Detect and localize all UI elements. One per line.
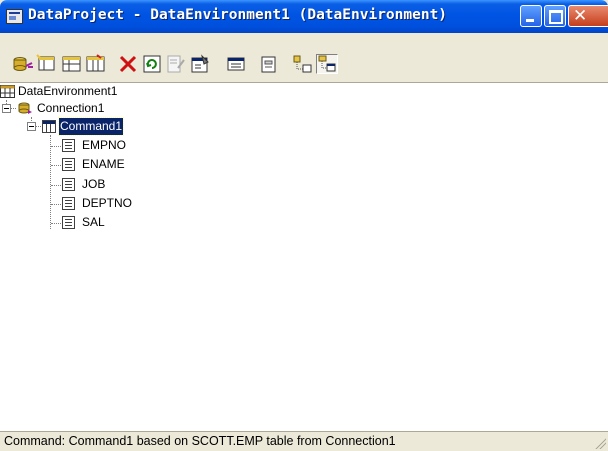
status-bar: Command: Command1 based on SCOTT.EMP tab… xyxy=(0,431,608,451)
status-text: Command: Command1 based on SCOTT.EMP tab… xyxy=(4,434,396,448)
stored-procedure-icon xyxy=(86,54,105,72)
tree-guide-line xyxy=(51,204,61,205)
close-button[interactable]: ✕ xyxy=(568,5,608,27)
window-title: DataProject - DataEnvironment1 (DataEnvi… xyxy=(28,7,448,23)
add-connection-button[interactable] xyxy=(12,54,34,74)
refresh-button[interactable] xyxy=(141,54,163,74)
close-icon: ✕ xyxy=(573,6,588,25)
tree-guide-line xyxy=(51,165,61,166)
add-command-button[interactable] xyxy=(36,54,58,74)
design-icon xyxy=(261,56,276,73)
connection-icon xyxy=(13,57,33,71)
window-app-icon[interactable] xyxy=(6,9,23,24)
refresh-icon xyxy=(143,55,161,73)
title-bar[interactable]: DataProject - DataEnvironment1 (DataEnvi… xyxy=(0,0,608,33)
tree-node-label: EMPNO xyxy=(82,138,127,152)
field-icon xyxy=(62,139,75,152)
child-command-icon xyxy=(62,56,81,72)
view-code-button[interactable] xyxy=(165,54,187,74)
tree-guide-line xyxy=(50,135,51,229)
properties-button[interactable] xyxy=(189,54,211,74)
tree-guide-line xyxy=(51,223,61,224)
command-icon xyxy=(42,120,56,133)
delete-button[interactable] xyxy=(117,54,139,74)
tree-node-label: Connection1 xyxy=(37,101,105,115)
arrange-objects-icon xyxy=(318,55,336,72)
tree-node-label: SAL xyxy=(82,215,105,229)
minimize-button[interactable] xyxy=(520,5,542,27)
collapse-toggle-icon[interactable] xyxy=(2,104,11,113)
code-icon xyxy=(167,55,185,73)
field-icon xyxy=(62,178,75,191)
tree-node-label: JOB xyxy=(82,177,106,191)
collapse-toggle-icon[interactable] xyxy=(27,122,36,131)
tree-node-label: DEPTNO xyxy=(82,196,133,210)
arrange-by-connections-button[interactable] xyxy=(292,54,314,74)
data-environment-window: DataProject - DataEnvironment1 (DataEnvi… xyxy=(0,0,608,451)
tree-view[interactable]: DataEnvironment1 Connection1 Command1 EM… xyxy=(0,82,608,431)
connection-icon xyxy=(18,102,32,114)
add-child-command-button[interactable] xyxy=(61,54,83,74)
toolbar xyxy=(0,33,608,77)
field-icon xyxy=(62,197,75,210)
tree-guide-line xyxy=(51,146,61,147)
arrange-connections-icon xyxy=(293,55,312,73)
tree-node-label: ENAME xyxy=(82,157,125,171)
data-environment-icon xyxy=(0,85,15,98)
maximize-button[interactable] xyxy=(544,5,566,27)
tree-node-label: DataEnvironment1 xyxy=(18,84,118,98)
minimize-icon xyxy=(526,19,534,22)
resize-grip-icon[interactable] xyxy=(594,437,606,449)
field-icon xyxy=(62,158,75,171)
arrange-by-objects-button[interactable] xyxy=(316,54,338,74)
options-icon xyxy=(227,57,245,71)
delete-icon xyxy=(119,55,137,73)
field-icon xyxy=(62,216,75,229)
options-button[interactable] xyxy=(225,54,247,74)
tree-guide-line xyxy=(36,126,41,127)
maximize-icon xyxy=(549,10,563,24)
design-button[interactable] xyxy=(258,54,280,74)
tree-guide-line xyxy=(51,185,61,186)
command-icon xyxy=(36,54,55,71)
properties-icon xyxy=(191,54,209,73)
tree-guide-line xyxy=(11,108,16,109)
insert-stored-procedures-button[interactable] xyxy=(85,54,107,74)
tree-node-label: Command1 xyxy=(57,117,125,136)
